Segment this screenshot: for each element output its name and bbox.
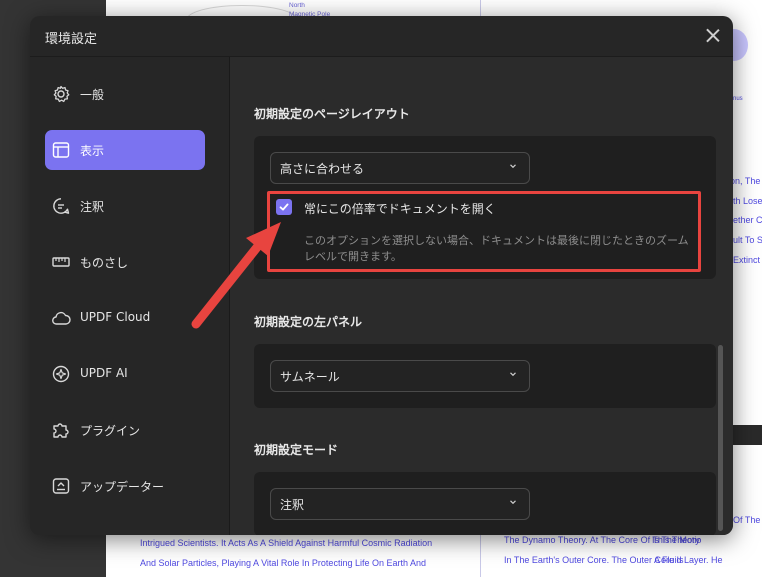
sidebar-item-ai[interactable]: UPDF AI (45, 354, 205, 394)
sidebar-item-label: ものさし (80, 256, 129, 270)
doc-text-line: Intrigued Scientists. It Acts As A Shiel… (140, 538, 433, 548)
chevron-down-icon (510, 164, 516, 169)
page-layout-select[interactable]: 高さに合わせる (270, 152, 530, 184)
preferences-dialog: 環境設定 一般 表示 注釈 ものさし UPDF Cloud UPDF AI プラ… (30, 16, 733, 535)
gear-icon (53, 85, 70, 103)
doc-text-line: And Solar Particles, Playing A Vital Rol… (140, 558, 426, 568)
annotation-highlight-box (267, 191, 701, 272)
doc-text-fragment: ether C (733, 215, 762, 225)
section-title-left-panel: 初期設定の左パネル (254, 315, 363, 329)
mode-select[interactable]: 注釈 (270, 488, 530, 520)
section-title-mode: 初期設定モード (254, 443, 339, 457)
sidebar-item-annotation[interactable]: 注釈 (45, 186, 205, 226)
dark-band (733, 425, 762, 445)
sidebar-item-display[interactable]: 表示 (45, 130, 205, 170)
doc-text-fragment: Of The (733, 515, 761, 525)
update-icon (52, 478, 70, 494)
doc-text-fragment: th Lose (733, 196, 762, 206)
layout-icon (52, 142, 70, 158)
sidebar-item-label: UPDF Cloud (80, 310, 151, 324)
sidebar-item-label: UPDF AI (80, 366, 128, 380)
sidebar-item-cloud[interactable]: UPDF Cloud (45, 298, 205, 338)
dialog-title: 環境設定 (45, 32, 98, 47)
select-value: サムネール (280, 370, 340, 384)
sidebar-item-general[interactable]: 一般 (45, 74, 205, 114)
settings-sidebar: 一般 表示 注釈 ものさし UPDF Cloud UPDF AI プラグイン ア… (30, 57, 229, 535)
select-value: 高さに合わせる (280, 162, 365, 176)
sidebar-item-updater[interactable]: アップデーター (45, 466, 205, 506)
puzzle-icon (53, 423, 69, 438)
comment-icon (53, 198, 70, 214)
sidebar-item-label: プラグイン (80, 424, 141, 438)
sidebar-item-ruler[interactable]: ものさし (45, 242, 205, 282)
select-value: 注釈 (280, 498, 305, 512)
doc-text-line: In The Earth's Outer Core. The Outer Cor… (504, 555, 684, 565)
doc-text-fragment: Extinct (733, 255, 761, 265)
doc-text-line: The Dynamo Theory. At The Core Of This T… (504, 535, 700, 545)
left-panel-select[interactable]: サムネール (270, 360, 530, 392)
doc-text-fragment: nus (733, 96, 743, 102)
ruler-icon (52, 257, 70, 267)
ai-icon (52, 365, 70, 383)
sidebar-item-label: アップデーター (80, 480, 165, 494)
doc-text-fragment: ult To S (733, 235, 762, 245)
cloud-icon (52, 311, 71, 325)
left-panel-card: サムネール (254, 344, 716, 408)
chevron-down-icon (510, 372, 516, 377)
mode-card: 注釈 (254, 472, 716, 535)
scrollbar-thumb[interactable] (718, 345, 723, 531)
chevron-down-icon (510, 500, 516, 505)
section-title-page-layout: 初期設定のページレイアウト (254, 107, 410, 121)
sidebar-item-label: 注釈 (80, 200, 105, 214)
diagram-label-line: North (289, 2, 305, 9)
close-icon[interactable] (702, 25, 724, 47)
sidebar-item-plugins[interactable]: プラグイン (45, 410, 205, 450)
sidebar-item-label: 一般 (80, 88, 105, 102)
sidebar-item-label: 表示 (80, 144, 105, 158)
doc-text-fragment: on, The (730, 176, 761, 186)
settings-content: 初期設定のページレイアウト 高さに合わせる 常にこの倍率でドキュメントを開く こ… (230, 57, 733, 535)
